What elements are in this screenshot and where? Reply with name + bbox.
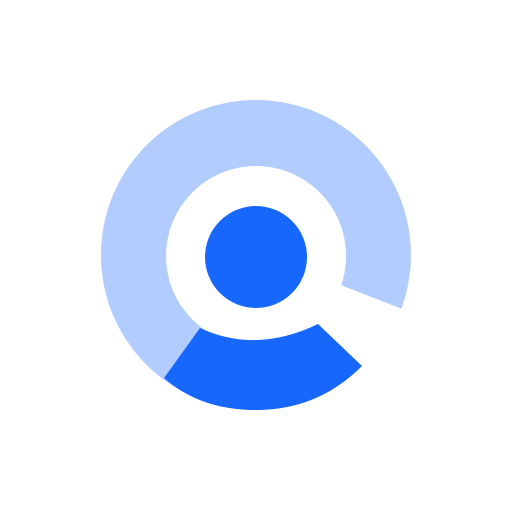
logo-person-head (205, 206, 307, 308)
app-logo (0, 0, 512, 512)
user-search-icon (0, 0, 512, 512)
